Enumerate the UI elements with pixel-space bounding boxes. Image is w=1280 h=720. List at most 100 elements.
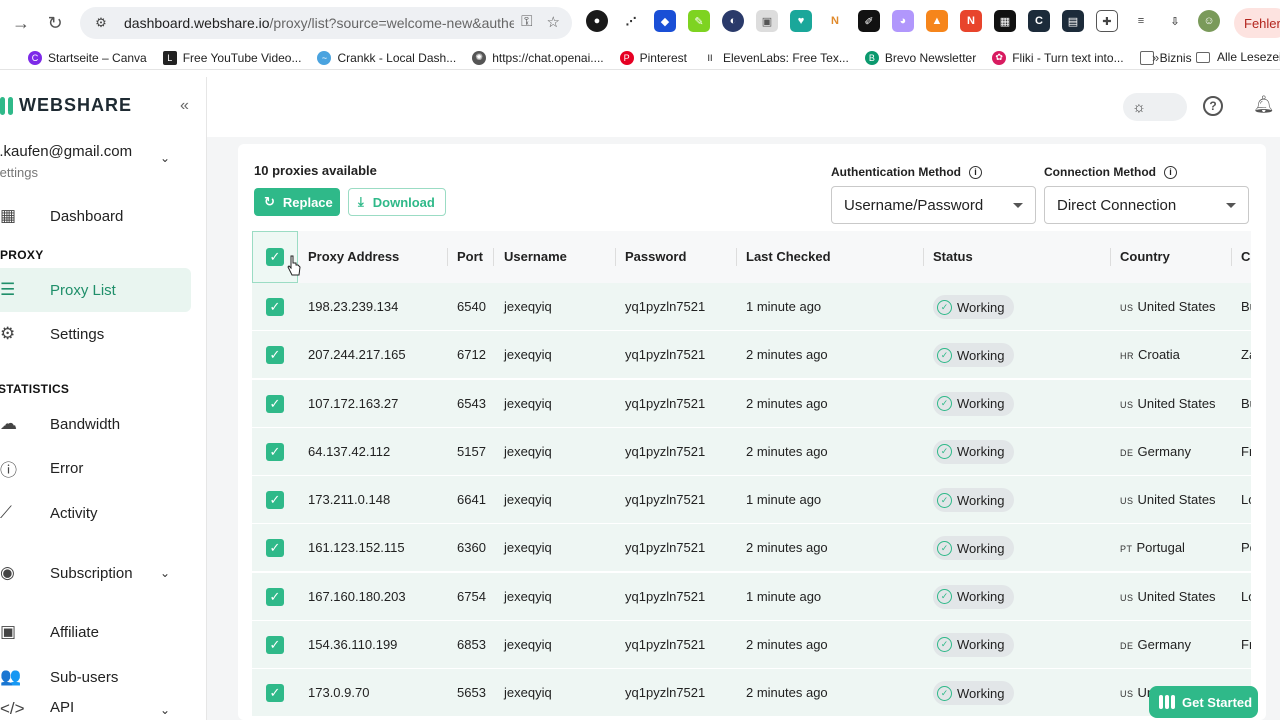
- get-started-button[interactable]: Get Started: [1149, 686, 1258, 718]
- table-row[interactable]: ✓ 198.23.239.134 6540 jexeqyiq yq1pyzln7521 1…: [252, 283, 1251, 331]
- sidebar-item-bandwidth[interactable]: ☁ Bandwidth: [0, 402, 191, 446]
- proxy-address[interactable]: 161.123.152.115: [308, 540, 405, 555]
- extension-icon[interactable]: ✎: [688, 10, 710, 32]
- column-divider[interactable]: [736, 248, 737, 266]
- row-checkbox[interactable]: ✓: [266, 684, 284, 702]
- shield-icon[interactable]: ◆: [654, 10, 676, 32]
- auth-method-select[interactable]: Username/Password: [831, 186, 1036, 224]
- bookmark-star-icon[interactable]: ☆: [547, 13, 560, 31]
- select-all-checkbox[interactable]: ✓: [266, 248, 284, 266]
- collapse-sidebar-icon[interactable]: «: [180, 97, 189, 115]
- reading-list-icon[interactable]: ≡: [1130, 10, 1152, 32]
- column-divider[interactable]: [1110, 248, 1111, 266]
- sidebar-item-affiliate[interactable]: ▣ Affiliate: [0, 610, 191, 654]
- proxy-address[interactable]: 173.211.0.148: [308, 492, 390, 507]
- bell-icon[interactable]: 🔔︎: [1253, 95, 1275, 115]
- metamask-icon[interactable]: ▲: [926, 10, 948, 32]
- column-divider[interactable]: [447, 248, 448, 266]
- table-row[interactable]: ✓ 173.211.0.148 6641 jexeqyiq yq1pyzln7521 1 …: [252, 476, 1251, 524]
- bookmark-item[interactable]: C Startseite – Canva: [28, 50, 147, 65]
- site-settings-icon[interactable]: ⚙: [92, 14, 110, 32]
- row-checkbox[interactable]: ✓: [266, 635, 284, 654]
- proxy-address[interactable]: 107.172.163.27: [308, 396, 398, 411]
- sidebar-item-api[interactable]: </> API ⌄: [0, 699, 191, 720]
- chevron-down-icon[interactable]: ⌄: [160, 151, 170, 165]
- proxy-address[interactable]: 207.244.217.165: [308, 347, 406, 362]
- extension-icon[interactable]: ●: [586, 10, 608, 32]
- bookmark-item[interactable]: B Brevo Newsletter: [864, 50, 976, 65]
- row-checkbox[interactable]: ✓: [266, 442, 284, 461]
- column-username[interactable]: Username: [504, 249, 567, 264]
- extension-icon[interactable]: ⋰: [620, 10, 642, 32]
- extension-icon[interactable]: ✐: [858, 10, 880, 32]
- extension-icon[interactable]: ▣: [756, 10, 778, 32]
- bookmark-item[interactable]: II ElevenLabs: Free Tex...: [702, 50, 849, 65]
- row-checkbox[interactable]: ✓: [266, 394, 284, 413]
- sidebar-item-proxy-list[interactable]: ☰ Proxy List: [0, 268, 191, 312]
- row-checkbox[interactable]: ✓: [266, 491, 284, 509]
- bookmark-item[interactable]: ✺ https://chat.openai....: [472, 50, 604, 65]
- extension-icon[interactable]: ◐: [722, 10, 744, 32]
- account-menu[interactable]: b.kaufen@gmail.com Settings: [0, 143, 132, 180]
- bookmark-folder[interactable]: Biznis: [1139, 50, 1192, 65]
- row-checkbox[interactable]: ✓: [266, 298, 284, 316]
- download-icon[interactable]: ⇩: [1164, 10, 1186, 32]
- extension-icon[interactable]: C: [1028, 10, 1050, 32]
- extension-icon[interactable]: ▦: [994, 10, 1016, 32]
- puzzle-icon[interactable]: ✚: [1096, 10, 1118, 32]
- proxy-address[interactable]: 154.36.110.199: [308, 637, 397, 652]
- table-row[interactable]: ✓ 64.137.42.112 5157 jexeqyiq yq1pyzln7521 2 …: [252, 427, 1251, 476]
- forward-icon[interactable]: →: [4, 6, 38, 40]
- avatar[interactable]: ☺: [1198, 10, 1220, 32]
- column-port[interactable]: Port: [457, 249, 483, 264]
- download-button[interactable]: ⤓ Download: [348, 188, 446, 216]
- extension-icon[interactable]: ♥: [790, 10, 812, 32]
- theme-toggle[interactable]: ☼: [1123, 93, 1187, 121]
- table-row[interactable]: ✓ 107.172.163.27 6543 jexeqyiq yq1pyzln7521 2…: [252, 379, 1251, 428]
- sidebar-item-error[interactable]: ⓘ Error: [0, 446, 191, 490]
- proxy-address[interactable]: 64.137.42.112: [308, 444, 390, 459]
- error-chip[interactable]: Fehler: [1234, 8, 1280, 38]
- sidebar-item-settings[interactable]: ⚙ Settings: [0, 312, 191, 356]
- column-country[interactable]: Country: [1120, 249, 1170, 264]
- bookmark-item[interactable]: ~ Crankk - Local Dash...: [317, 50, 456, 65]
- table-row[interactable]: ✓ 161.123.152.115 6360 jexeqyiq yq1pyzln7521…: [252, 524, 1251, 573]
- column-last-checked[interactable]: Last Checked: [746, 249, 831, 264]
- sidebar-item-activity[interactable]: ⟋ Activity: [0, 491, 191, 535]
- password-key-icon[interactable]: ⚿: [521, 13, 532, 31]
- proxy-address[interactable]: 167.160.180.203: [308, 589, 406, 604]
- all-bookmarks-button[interactable]: Alle Lesezeic: [1196, 50, 1280, 64]
- table-row[interactable]: ✓ 154.36.110.199 6853 jexeqyiq yq1pyzln7521 2…: [252, 620, 1251, 669]
- table-row[interactable]: ✓ 207.244.217.165 6712 jexeqyiq yq1pyzln7521…: [252, 331, 1251, 380]
- proxy-address[interactable]: 198.23.239.134: [308, 299, 398, 314]
- row-checkbox[interactable]: ✓: [266, 587, 284, 606]
- sidebar-item-sub-users[interactable]: 👥 Sub-users: [0, 655, 191, 699]
- proxy-address[interactable]: 173.0.9.70: [308, 685, 369, 700]
- address-bar[interactable]: ⚙ dashboard.webshare.io/proxy/list?sourc…: [80, 7, 572, 39]
- column-divider[interactable]: [923, 248, 924, 266]
- column-divider[interactable]: [1231, 248, 1232, 266]
- sidebar-item-subscription[interactable]: ◉ Subscription ⌄: [0, 551, 191, 595]
- column-password[interactable]: Password: [625, 249, 686, 264]
- connection-method-select[interactable]: Direct Connection: [1044, 186, 1249, 224]
- table-row[interactable]: ✓ 173.0.9.70 5653 jexeqyiq yq1pyzln7521 2 min…: [252, 669, 1251, 717]
- row-checkbox[interactable]: ✓: [266, 346, 284, 365]
- sidebar-item-dashboard[interactable]: ▦ Dashboard: [0, 194, 191, 238]
- column-divider[interactable]: [493, 248, 494, 266]
- extension-icon[interactable]: N: [960, 10, 982, 32]
- extension-icon[interactable]: ▤: [1062, 10, 1084, 32]
- info-icon[interactable]: i: [1163, 165, 1177, 179]
- extension-icon[interactable]: ◕: [892, 10, 914, 32]
- replace-button[interactable]: ↻ Replace: [254, 188, 340, 216]
- brand-logo[interactable]: WEBSHARE: [0, 95, 132, 116]
- bookmarks-more-button[interactable]: »: [1152, 50, 1159, 65]
- column-city[interactable]: Ci: [1241, 249, 1251, 264]
- row-checkbox[interactable]: ✓: [266, 539, 284, 558]
- column-proxy-address[interactable]: Proxy Address: [308, 249, 399, 264]
- column-divider[interactable]: [615, 248, 616, 266]
- help-icon[interactable]: ?: [1203, 96, 1223, 116]
- info-icon[interactable]: i: [968, 165, 982, 179]
- extension-icon[interactable]: N: [824, 10, 846, 32]
- reload-icon[interactable]: ↻: [38, 6, 72, 40]
- bookmark-item[interactable]: P Pinterest: [619, 50, 687, 65]
